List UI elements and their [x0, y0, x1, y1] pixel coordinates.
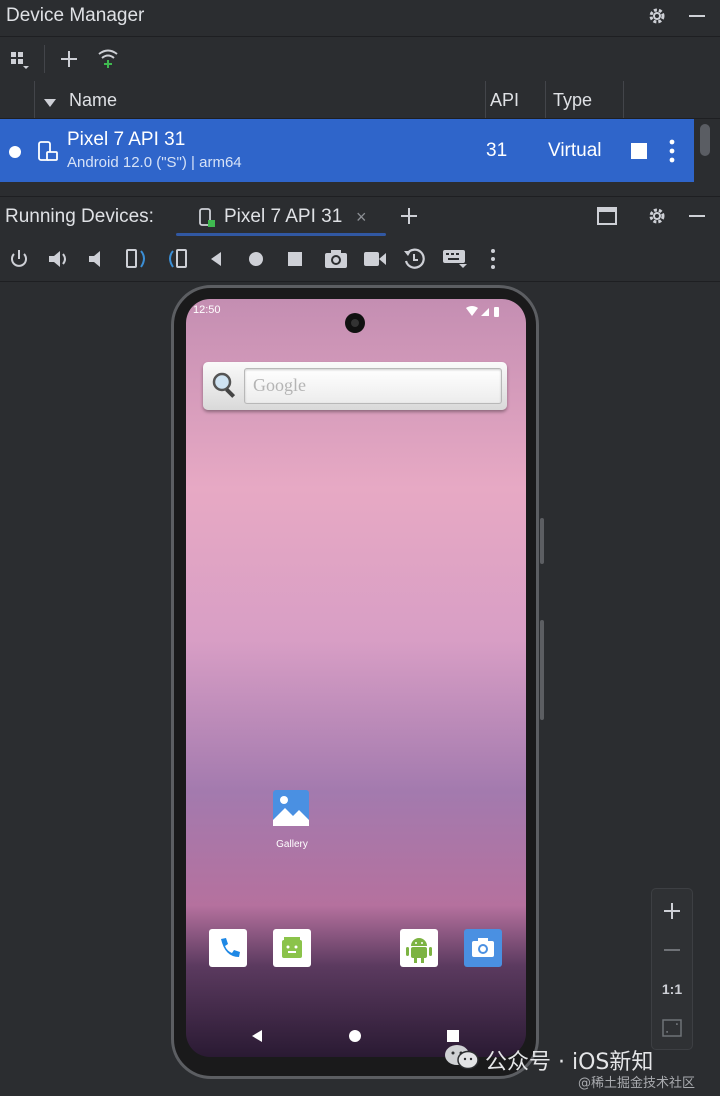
panel-title: Device Manager [6, 5, 145, 26]
minimize-icon[interactable] [686, 205, 708, 227]
home-icon[interactable] [248, 251, 264, 272]
device-manager-toolbar [0, 36, 720, 82]
sort-chevron-down-icon[interactable] [43, 95, 57, 113]
magnifier-search-icon [210, 370, 240, 405]
device-manager-header: Device Manager [0, 0, 720, 34]
overview-icon[interactable] [288, 252, 302, 271]
column-divider [34, 81, 35, 118]
settings-gear-icon[interactable] [646, 5, 668, 27]
volume-down-icon[interactable] [87, 248, 109, 275]
device-type: Virtual [548, 140, 602, 161]
pair-wifi-icon[interactable] [95, 45, 121, 71]
phone-screen[interactable]: 12:50 Google Gallery [186, 299, 526, 1057]
google-search-widget[interactable]: Google [203, 362, 507, 410]
screenshot-camera-icon[interactable] [324, 248, 348, 275]
power-icon[interactable] [8, 248, 30, 275]
gallery-label: Gallery [276, 839, 308, 850]
gallery-app-icon[interactable] [273, 790, 309, 826]
device-online-dot [9, 146, 21, 158]
window-layout-icon[interactable] [596, 205, 618, 227]
volume-up-icon[interactable] [47, 248, 71, 275]
back-icon[interactable] [208, 250, 224, 273]
column-api[interactable]: API [490, 90, 519, 111]
zoom-controls: 1:1 [651, 888, 693, 1050]
snapshot-restore-icon[interactable] [402, 247, 426, 276]
status-icons [466, 305, 506, 323]
device-row-pixel7[interactable]: Pixel 7 API 31 Android 12.0 ("S") | arm6… [0, 119, 694, 182]
column-name[interactable]: Name [69, 90, 117, 111]
running-device-tab[interactable]: Pixel 7 API 31 [224, 206, 342, 228]
zoom-one-to-one[interactable]: 1:1 [652, 981, 692, 997]
screen-record-icon[interactable] [363, 249, 387, 274]
column-divider [623, 81, 624, 118]
camera-app-icon[interactable] [464, 929, 502, 967]
search-placeholder: Google [253, 375, 306, 395]
column-divider [485, 81, 486, 118]
stop-device-icon[interactable] [631, 143, 647, 159]
group-by-icon[interactable] [8, 47, 32, 71]
zoom-in-icon[interactable] [661, 900, 683, 922]
phone-side-button [540, 518, 544, 564]
front-camera [345, 313, 365, 333]
add-device-tab-icon[interactable] [398, 205, 420, 227]
phone-device-icon [37, 140, 59, 169]
list-scrollbar[interactable] [700, 124, 710, 156]
phone-side-button [540, 620, 544, 720]
files-app-icon[interactable] [273, 929, 311, 967]
nav-back-icon[interactable] [250, 1029, 264, 1048]
running-devices-label: Running Devices: [5, 206, 154, 227]
zoom-out-icon[interactable] [661, 939, 683, 961]
android-app-icon[interactable] [400, 929, 438, 967]
more-options-icon[interactable] [489, 248, 497, 275]
active-tab-underline [176, 233, 386, 236]
column-header: Name API Type [0, 81, 720, 119]
device-detail: Android 12.0 ("S") | arm64 [67, 154, 242, 171]
column-divider [545, 81, 546, 118]
watermark-sub: @稀土掘金技术社区 [578, 1076, 696, 1091]
rotate-left-icon[interactable] [125, 247, 151, 276]
device-name: Pixel 7 API 31 [67, 129, 186, 150]
minimize-icon[interactable] [686, 5, 708, 27]
settings-gear-icon[interactable] [646, 205, 668, 227]
more-options-icon[interactable] [668, 139, 676, 168]
add-icon[interactable] [57, 47, 81, 71]
nav-home-icon[interactable] [349, 1030, 361, 1042]
wechat-logo-icon [444, 1043, 480, 1076]
search-input[interactable]: Google [244, 368, 502, 404]
device-api: 31 [486, 140, 508, 161]
column-type[interactable]: Type [553, 90, 592, 111]
nav-overview-icon[interactable] [447, 1030, 459, 1042]
keyboard-icon[interactable] [442, 248, 468, 275]
toolbar-separator [44, 45, 45, 73]
zoom-fit-icon[interactable] [661, 1017, 683, 1039]
emulator-toolbar [0, 237, 720, 282]
status-time: 12:50 [193, 304, 221, 316]
running-devices-header: Running Devices: Pixel 7 API 31 × [0, 196, 720, 237]
phone-app-icon[interactable] [209, 929, 247, 967]
close-tab-icon[interactable]: × [356, 207, 367, 228]
running-device-tab-icon [198, 207, 218, 234]
rotate-right-icon[interactable] [165, 247, 191, 276]
